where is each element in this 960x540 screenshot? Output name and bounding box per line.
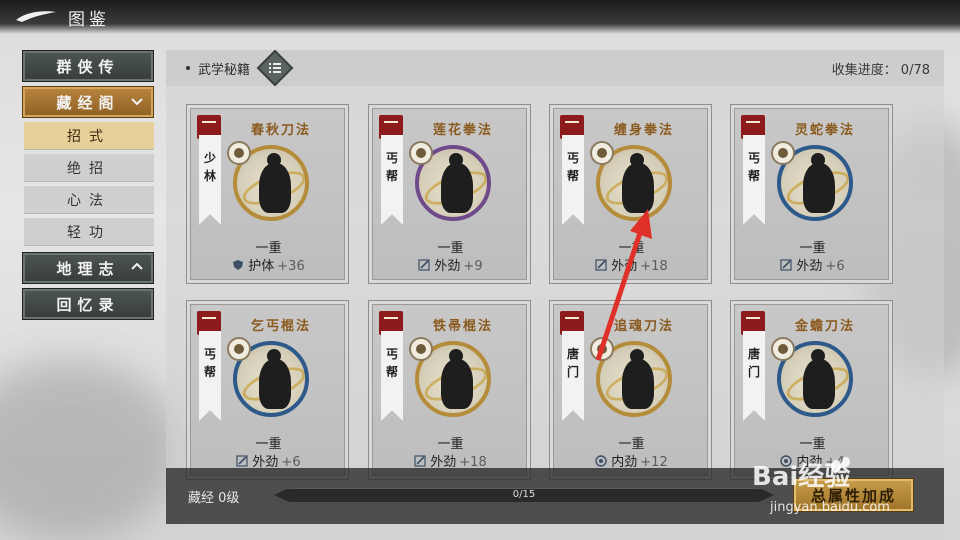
sidebar-item-memoirs[interactable]: 回忆录: [22, 288, 154, 320]
sword-icon: [414, 455, 426, 467]
sidebar-item-heroes[interactable]: 群侠传: [22, 50, 154, 82]
sidebar-item-label: 群侠传: [56, 57, 120, 76]
martial-art-card[interactable]: 丐帮 灵蛇拳法 一重 外劲 +6: [730, 104, 893, 284]
sword-icon: [595, 259, 607, 271]
card-name: 灵蛇拳法: [794, 123, 855, 138]
card-level: 一重: [255, 437, 282, 452]
card-name: 乞丐棍法: [250, 319, 311, 334]
sword-icon: [780, 259, 793, 271]
card-stat: 外劲 +9: [369, 255, 532, 274]
sect-emblem-icon: [227, 337, 251, 361]
fighter-silhouette-icon: [259, 153, 291, 213]
sidebar-item-geography[interactable]: 地理志: [22, 252, 154, 284]
card-level: 一重: [799, 437, 826, 452]
card-level: 一重: [799, 241, 826, 256]
sidebar-subitem-label: 招式: [67, 128, 111, 145]
card-stat: 外劲 +6: [731, 255, 894, 274]
sect-emblem-icon: [771, 337, 795, 361]
fighter-silhouette-icon: [622, 153, 654, 213]
martial-art-card[interactable]: 丐帮 缠身拳法 一重 外劲 +18: [549, 104, 712, 284]
card-name: 铁帚棍法: [432, 319, 493, 334]
sidebar-subitem-label: 绝招: [67, 160, 111, 177]
page-title: 图鉴: [68, 10, 110, 30]
chevron-up-icon: [131, 262, 143, 270]
stat-name: 外劲: [434, 259, 461, 274]
card-level: 一重: [255, 241, 282, 256]
card-sect: 丐帮: [385, 347, 398, 379]
fighter-silhouette-icon: [803, 153, 835, 213]
card-stat: 护体 +36: [187, 255, 350, 274]
card-stat: 外劲 +18: [550, 255, 713, 274]
sidebar-subitem-lightness[interactable]: 轻功: [24, 218, 154, 246]
stat-name: 护体: [248, 259, 275, 274]
sect-emblem-icon: [227, 141, 251, 165]
collection-progress-label: 收集进度：: [831, 63, 897, 78]
scripture-level-label: 藏经 0级: [188, 491, 240, 506]
sect-emblem-icon: [590, 337, 614, 361]
brush-logo-icon[interactable]: [14, 8, 58, 24]
card-name: 缠身拳法: [613, 123, 674, 138]
sidebar-subitem-moves[interactable]: 招式: [24, 122, 154, 150]
martial-art-card[interactable]: 丐帮 铁帚棍法 一重 外劲 +18: [368, 300, 531, 480]
stat-bonus: +6: [825, 259, 845, 274]
martial-art-card[interactable]: 少林 春秋刀法 一重 护体 +36: [186, 104, 349, 284]
card-sect: 丐帮: [566, 151, 579, 183]
section-title: 武学秘籍: [198, 63, 251, 78]
sect-emblem-icon: [409, 141, 433, 165]
sidebar-subitem-mind-arts[interactable]: 心法: [24, 186, 154, 214]
bullet-dot: [186, 66, 190, 70]
chevron-down-icon: [131, 98, 143, 106]
card-level: 一重: [437, 241, 464, 256]
card-level: 一重: [437, 437, 464, 452]
fighter-silhouette-icon: [259, 349, 291, 409]
fighter-silhouette-icon: [622, 349, 654, 409]
section-header: 武学秘籍 收集进度： 0/78: [166, 49, 944, 87]
sidebar-subitem-label: 轻功: [67, 224, 111, 241]
card-sect: 唐门: [747, 347, 760, 379]
card-name: 莲花拳法: [432, 123, 493, 138]
sidebar-subitem-ultimates[interactable]: 绝招: [24, 154, 154, 182]
watermark-url: jingyan.baidu.com: [770, 500, 890, 515]
collection-progress-value: 0/78: [900, 63, 930, 78]
fighter-silhouette-icon: [441, 349, 473, 409]
top-bar: 图鉴: [0, 0, 960, 34]
card-level: 一重: [618, 437, 645, 452]
sidebar-subitem-label: 心法: [67, 192, 111, 209]
stat-bonus: +9: [463, 259, 483, 274]
shield-icon: [233, 260, 244, 270]
swirl-icon: [595, 455, 607, 467]
card-sect: 丐帮: [385, 151, 398, 183]
martial-art-card[interactable]: 唐门 追魂刀法 一重 内劲 +12: [549, 300, 712, 480]
sect-emblem-icon: [590, 141, 614, 165]
sect-emblem-icon: [771, 141, 795, 165]
card-sect: 唐门: [566, 347, 579, 379]
scripture-progress-count: 0/15: [512, 489, 536, 500]
fighter-silhouette-icon: [441, 153, 473, 213]
martial-art-card[interactable]: 丐帮 乞丐棍法 一重 外劲 +6: [186, 300, 349, 480]
sidebar-item-label: 地理志: [56, 259, 120, 278]
stat-bonus: +18: [640, 259, 668, 274]
sword-icon: [418, 259, 431, 271]
sword-icon: [236, 455, 249, 467]
stat-name: 外劲: [611, 259, 638, 274]
fighter-silhouette-icon: [803, 349, 835, 409]
martial-art-card[interactable]: 丐帮 莲花拳法 一重 外劲 +9: [368, 104, 531, 284]
card-sect: 丐帮: [203, 347, 216, 379]
ink-wash-decoration: [0, 360, 180, 540]
card-sect: 少林: [203, 151, 216, 183]
stat-name: 外劲: [796, 259, 823, 274]
card-level: 一重: [618, 241, 645, 256]
stat-bonus: +36: [277, 259, 305, 274]
watermark-brand: Bai经验: [752, 462, 851, 492]
card-name: 追魂刀法: [613, 319, 674, 334]
card-name: 金蟾刀法: [794, 319, 855, 334]
sect-emblem-icon: [409, 337, 433, 361]
collection-progress: 收集进度： 0/78: [828, 59, 930, 78]
list-icon: [269, 63, 281, 73]
sidebar-item-label: 藏经阁: [56, 93, 120, 112]
sidebar-item-scripture-pavilion[interactable]: 藏经阁: [22, 86, 154, 118]
card-name: 春秋刀法: [250, 123, 311, 138]
card-sect: 丐帮: [747, 151, 760, 183]
sidebar-item-label: 回忆录: [56, 295, 120, 314]
